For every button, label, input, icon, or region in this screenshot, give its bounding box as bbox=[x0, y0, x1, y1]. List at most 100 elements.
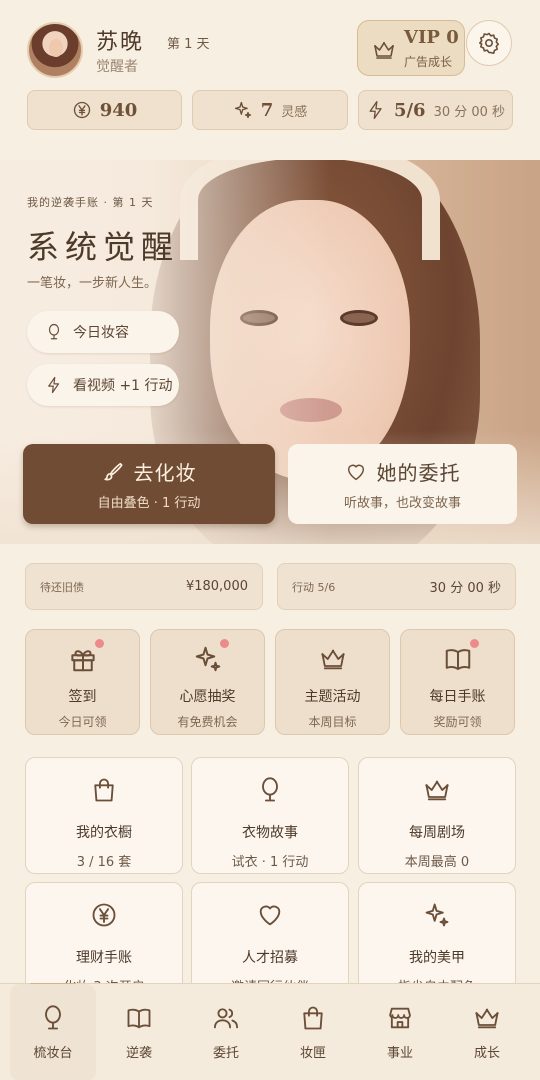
yen-icon bbox=[90, 899, 118, 931]
her-commission-sub: 听故事，也改变故事 bbox=[343, 496, 461, 511]
energy-timer: 30 分 00 秒 bbox=[433, 104, 506, 120]
activity-theme-event[interactable]: 主题活动 本周目标 bbox=[275, 629, 390, 735]
currency-value: 940 bbox=[99, 99, 138, 121]
yen-icon bbox=[72, 100, 92, 120]
sparkle-icon bbox=[423, 899, 451, 931]
action-timer: 30 分 00 秒 bbox=[429, 581, 501, 596]
hero-portrait-eye bbox=[340, 310, 378, 326]
feature-finance-journal[interactable]: 理财手账 化妆 3 次开启 bbox=[25, 882, 183, 999]
go-makeup-sub: 自由叠色 · 1 行动 bbox=[97, 496, 201, 511]
inspiration-label: 灵感 bbox=[281, 104, 308, 120]
debt-bar[interactable]: 待还旧债 ¥180,000 bbox=[25, 563, 263, 610]
heart-icon bbox=[345, 461, 367, 483]
go-makeup-button[interactable]: 去化妆 自由叠色 · 1 行动 bbox=[23, 444, 275, 524]
feature-title: 衣物故事 bbox=[242, 825, 298, 841]
activity-checkin[interactable]: 签到 今日可领 bbox=[25, 629, 140, 735]
currency-stat[interactable]: 940 bbox=[27, 90, 182, 130]
nav-label: 事业 bbox=[386, 1046, 413, 1061]
inspiration-value: 7 bbox=[260, 99, 274, 121]
energy-stat[interactable]: 5/6 30 分 00 秒 bbox=[358, 90, 513, 130]
crown-icon bbox=[372, 38, 396, 62]
feature-talent-recruit[interactable]: 人才招募 邀请同行伙伴 bbox=[191, 882, 349, 999]
activity-sub: 本周目标 bbox=[308, 715, 357, 729]
notification-dot bbox=[470, 639, 479, 648]
crown-icon bbox=[319, 642, 347, 676]
action-bar[interactable]: 行动 5/6 30 分 00 秒 bbox=[277, 563, 516, 610]
gear-icon bbox=[477, 31, 501, 55]
nav-item-makeup-box[interactable]: 妆匣 bbox=[270, 984, 356, 1080]
go-makeup-label: 去化妆 bbox=[133, 461, 197, 485]
vip-button[interactable]: VIP 0 广告成长 bbox=[357, 20, 465, 76]
feature-sub: 试衣 · 1 行动 bbox=[231, 855, 309, 870]
crown-icon bbox=[423, 774, 451, 806]
activity-title: 心愿抽奖 bbox=[179, 689, 236, 705]
user-name: 苏晚 bbox=[96, 30, 145, 55]
feature-sub: 本周最高 0 bbox=[404, 855, 470, 870]
feature-title: 人才招募 bbox=[242, 950, 298, 966]
feature-title: 我的衣橱 bbox=[76, 825, 132, 841]
feature-title: 理财手账 bbox=[76, 950, 132, 966]
mirror-icon bbox=[45, 323, 63, 341]
nav-item-growth[interactable]: 成长 bbox=[444, 984, 530, 1080]
nav-label: 委托 bbox=[212, 1046, 239, 1061]
energy-value: 5/6 bbox=[393, 99, 426, 121]
bottom-nav: 梳妆台 逆袭 委托 妆匣 事业 成长 bbox=[0, 983, 540, 1080]
feature-wardrobe[interactable]: 我的衣橱 3 / 16 套 bbox=[25, 757, 183, 874]
activity-title: 每日手账 bbox=[429, 689, 486, 705]
activity-sub: 奖励可领 bbox=[433, 715, 482, 729]
nav-label: 妆匣 bbox=[299, 1046, 326, 1061]
nav-label: 成长 bbox=[473, 1046, 500, 1061]
today-makeup-label: 今日妆容 bbox=[73, 325, 129, 341]
feature-weekly-theater[interactable]: 每周剧场 本周最高 0 bbox=[358, 757, 516, 874]
her-commission-button[interactable]: 她的委托 听故事，也改变故事 bbox=[288, 444, 517, 524]
activity-sub: 今日可领 bbox=[58, 715, 107, 729]
hero-kicker: 我的逆袭手账 · 第 1 天 bbox=[27, 196, 154, 209]
activity-title: 主题活动 bbox=[304, 689, 361, 705]
watch-video-button[interactable]: 看视频 +1 行动 bbox=[27, 364, 179, 406]
activity-title: 签到 bbox=[68, 689, 97, 705]
lightning-icon bbox=[366, 100, 386, 120]
mirror-icon bbox=[39, 1004, 67, 1032]
feature-nail-art[interactable]: 我的美甲 指尖自由配色 bbox=[358, 882, 516, 999]
avatar[interactable] bbox=[27, 22, 83, 78]
notification-dot bbox=[220, 639, 229, 648]
crown-icon bbox=[473, 1004, 501, 1032]
nav-item-comeback[interactable]: 逆袭 bbox=[96, 984, 182, 1080]
mirror-icon bbox=[256, 774, 284, 806]
nav-label: 梳妆台 bbox=[33, 1046, 73, 1061]
sparkle-icon bbox=[193, 642, 223, 676]
shop-icon bbox=[386, 1004, 414, 1032]
activity-wish-lottery[interactable]: 心愿抽奖 有免费机会 bbox=[150, 629, 265, 735]
gift-icon bbox=[68, 642, 98, 676]
book-icon bbox=[125, 1004, 153, 1032]
her-commission-label: 她的委托 bbox=[376, 461, 461, 485]
bag-icon bbox=[299, 1004, 327, 1032]
inspiration-stat[interactable]: 7 灵感 bbox=[192, 90, 348, 130]
today-makeup-button[interactable]: 今日妆容 bbox=[27, 311, 179, 353]
day-label: 第 1 天 bbox=[167, 37, 210, 52]
settings-button[interactable] bbox=[466, 20, 512, 66]
activity-daily-journal[interactable]: 每日手账 奖励可领 bbox=[400, 629, 515, 735]
feature-title: 每周剧场 bbox=[409, 825, 465, 841]
watch-video-label: 看视频 +1 行动 bbox=[73, 378, 173, 394]
nav-item-vanity[interactable]: 梳妆台 bbox=[10, 984, 96, 1080]
nav-label: 逆袭 bbox=[125, 1046, 152, 1061]
feature-sub: 3 / 16 套 bbox=[76, 855, 132, 870]
vip-sub-label: 广告成长 bbox=[404, 55, 453, 69]
notification-dot bbox=[95, 639, 104, 648]
feature-clothing-stories[interactable]: 衣物故事 试衣 · 1 行动 bbox=[191, 757, 349, 874]
vip-level: VIP 0 bbox=[404, 27, 459, 48]
sparkle-icon bbox=[233, 100, 253, 120]
hero-banner: 我的逆袭手账 · 第 1 天 系统觉醒 一笔妆，一步新人生。 今日妆容 看视频 … bbox=[0, 160, 540, 544]
debt-label: 待还旧债 bbox=[40, 580, 84, 594]
nav-item-career[interactable]: 事业 bbox=[357, 984, 443, 1080]
user-title: 觉醒者 bbox=[96, 59, 138, 75]
hero-subtitle: 一笔妆，一步新人生。 bbox=[27, 276, 158, 291]
brush-icon bbox=[102, 461, 124, 483]
lightning-icon bbox=[45, 376, 63, 394]
action-label: 行动 5/6 bbox=[292, 580, 336, 594]
book-icon bbox=[443, 642, 473, 676]
users-icon bbox=[212, 1004, 240, 1032]
nav-item-commission[interactable]: 委托 bbox=[183, 984, 269, 1080]
activity-sub: 有免费机会 bbox=[177, 715, 238, 729]
